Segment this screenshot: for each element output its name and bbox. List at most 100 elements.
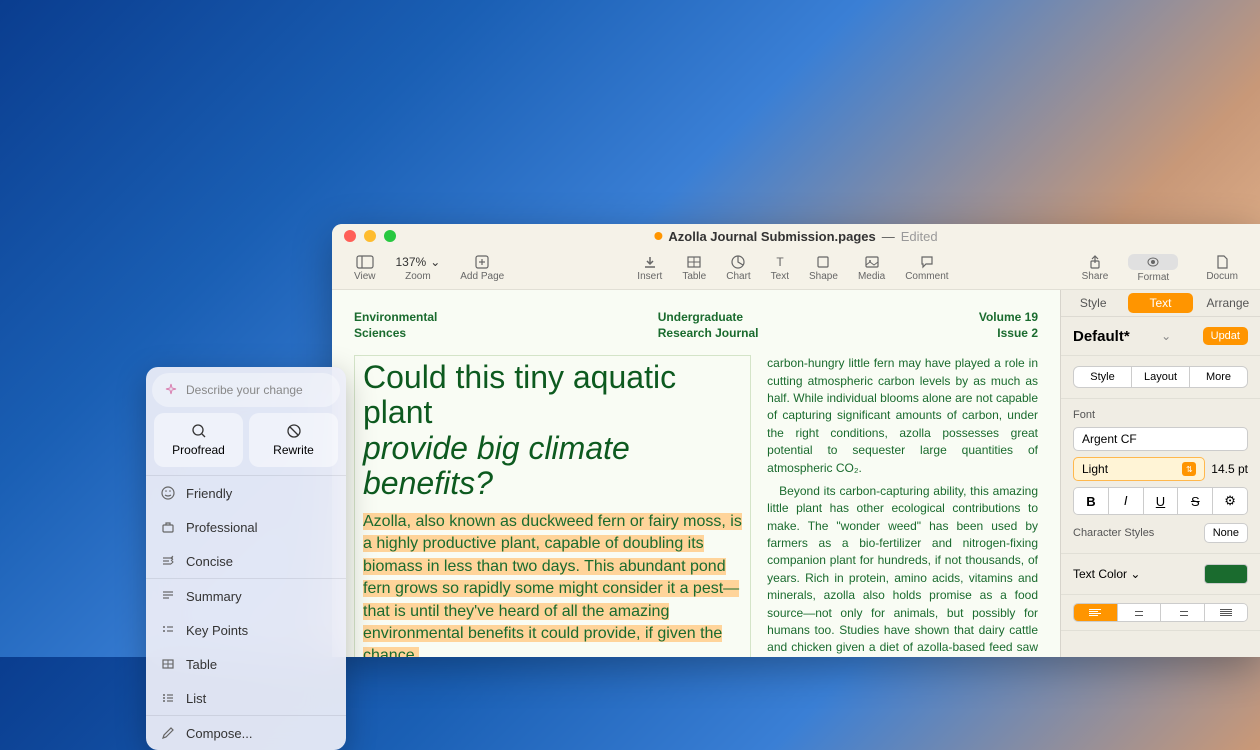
- add-page-button[interactable]: Add Page: [450, 255, 514, 282]
- media-icon: [863, 255, 881, 269]
- character-styles-label: Character Styles: [1073, 527, 1154, 539]
- smile-icon: [160, 485, 176, 501]
- shape-icon: [814, 255, 832, 269]
- titlebar: Azolla Journal Submission.pages — Edited: [332, 224, 1260, 248]
- insert-button[interactable]: Insert: [627, 255, 672, 282]
- chevron-down-icon: ⌄: [430, 255, 440, 269]
- summary-item[interactable]: Summary: [146, 579, 346, 613]
- window-title: Azolla Journal Submission.pages — Edited: [654, 229, 937, 244]
- list-icon: [160, 690, 176, 706]
- underline-button[interactable]: U: [1144, 488, 1179, 514]
- article-title: Could this tiny aquatic plant provide bi…: [363, 360, 742, 501]
- close-button[interactable]: [344, 230, 356, 242]
- ai-writing-tools-panel: Describe your change Proofread Rewrite F…: [146, 367, 346, 750]
- compose-item[interactable]: Compose...: [146, 716, 346, 750]
- align-center-button[interactable]: [1118, 604, 1162, 621]
- pencil-icon: [160, 725, 176, 741]
- align-left-button[interactable]: [1074, 604, 1118, 621]
- list-item[interactable]: List: [146, 681, 346, 715]
- font-size-field[interactable]: 14.5 pt: [1211, 462, 1248, 476]
- text-color-label: Text Color ⌄: [1073, 567, 1140, 581]
- inspector-main-tabs: Style Text Arrange: [1061, 290, 1260, 317]
- stepper-arrows-icon: ⇅: [1182, 462, 1196, 476]
- chevron-down-icon[interactable]: ⌄: [1130, 567, 1140, 581]
- maximize-button[interactable]: [384, 230, 396, 242]
- italic-button[interactable]: I: [1109, 488, 1144, 514]
- magnifier-icon: [191, 423, 207, 439]
- table-button[interactable]: Table: [672, 255, 716, 282]
- view-button[interactable]: View: [344, 255, 386, 282]
- font-family-dropdown[interactable]: Argent CF: [1073, 427, 1248, 451]
- briefcase-icon: [160, 519, 176, 535]
- shape-button[interactable]: Shape: [799, 255, 848, 282]
- text-button[interactable]: T Text: [761, 255, 799, 282]
- bullets-icon: [160, 622, 176, 638]
- table-icon: [685, 255, 703, 269]
- title-separator: —: [882, 229, 895, 244]
- keypoints-item[interactable]: Key Points: [146, 613, 346, 647]
- article-side-column: carbon-hungry little fern may have playe…: [767, 355, 1038, 657]
- chart-icon: [729, 255, 747, 269]
- share-icon: [1086, 255, 1104, 269]
- tab-text[interactable]: Text: [1128, 293, 1192, 313]
- comment-icon: [918, 255, 936, 269]
- document-button[interactable]: Docum: [1196, 255, 1248, 282]
- font-weight-dropdown[interactable]: Light ⇅: [1073, 457, 1205, 481]
- chart-button[interactable]: Chart: [716, 255, 760, 282]
- inspector-panel: Style Text Arrange Default* ⌄ Updat Styl…: [1060, 290, 1260, 657]
- subtab-style[interactable]: Style: [1074, 367, 1132, 387]
- header-department: Environmental Sciences: [354, 310, 437, 341]
- proofread-button[interactable]: Proofread: [154, 413, 243, 467]
- article-main-column[interactable]: Could this tiny aquatic plant provide bi…: [354, 355, 751, 657]
- article-lead-text: Azolla, also known as duckweed fern or f…: [363, 511, 742, 657]
- media-button[interactable]: Media: [848, 255, 895, 282]
- character-styles-dropdown[interactable]: None: [1204, 523, 1248, 543]
- svg-text:T: T: [776, 255, 784, 269]
- share-button[interactable]: Share: [1072, 255, 1119, 282]
- chevron-down-icon[interactable]: ⌄: [1161, 329, 1171, 343]
- comment-button[interactable]: Comment: [895, 255, 958, 282]
- side-paragraph-2: Beyond its carbon-capturing ability, thi…: [767, 483, 1038, 657]
- strikethrough-button[interactable]: S: [1178, 488, 1213, 514]
- rewrite-button[interactable]: Rewrite: [249, 413, 338, 467]
- tab-style[interactable]: Style: [1061, 290, 1125, 316]
- table-item[interactable]: Table: [146, 647, 346, 681]
- summary-icon: [160, 588, 176, 604]
- paragraph-style-name[interactable]: Default*: [1073, 328, 1130, 345]
- plus-icon: [473, 255, 491, 269]
- tone-friendly-item[interactable]: Friendly: [146, 476, 346, 510]
- format-button[interactable]: Format: [1118, 254, 1188, 283]
- document-icon: [1213, 255, 1231, 269]
- table-icon: [160, 656, 176, 672]
- tone-professional-item[interactable]: Professional: [146, 510, 346, 544]
- document-filename: Azolla Journal Submission.pages: [668, 229, 875, 244]
- update-style-button[interactable]: Updat: [1203, 327, 1248, 345]
- insert-icon: [641, 255, 659, 269]
- toolbar: View 137% ⌄ Zoom Add Page Insert Table C…: [332, 248, 1260, 290]
- bold-button[interactable]: B: [1074, 488, 1109, 514]
- document-status: Edited: [901, 229, 938, 244]
- inspector-subtabs: Style Layout More: [1073, 366, 1248, 388]
- ai-prompt-input[interactable]: Describe your change: [152, 373, 340, 407]
- highlighted-selection: Azolla, also known as duckweed fern or f…: [363, 513, 742, 657]
- view-icon: [356, 255, 374, 269]
- header-journal: Undergraduate Research Journal: [658, 310, 759, 341]
- align-justify-button[interactable]: [1205, 604, 1248, 621]
- document-canvas[interactable]: Environmental Sciences Undergraduate Res…: [332, 290, 1060, 657]
- sparkle-icon: [164, 383, 178, 397]
- tone-concise-item[interactable]: Concise: [146, 544, 346, 578]
- align-right-button[interactable]: [1161, 604, 1205, 621]
- pages-app-window: Azolla Journal Submission.pages — Edited…: [332, 224, 1260, 657]
- subtab-layout[interactable]: Layout: [1132, 367, 1190, 387]
- alignment-buttons: [1073, 603, 1248, 622]
- side-paragraph-1: carbon-hungry little fern may have playe…: [767, 355, 1038, 477]
- zoom-dropdown[interactable]: 137% ⌄ Zoom: [386, 255, 451, 282]
- tab-arrange[interactable]: Arrange: [1196, 290, 1260, 316]
- header-volume: Volume 19 Issue 2: [979, 310, 1038, 341]
- rewrite-icon: [286, 423, 302, 439]
- document-header: Environmental Sciences Undergraduate Res…: [354, 310, 1038, 341]
- minimize-button[interactable]: [364, 230, 376, 242]
- text-color-swatch[interactable]: [1204, 564, 1248, 584]
- more-styles-button[interactable]: ⚙: [1213, 488, 1247, 514]
- subtab-more[interactable]: More: [1190, 367, 1247, 387]
